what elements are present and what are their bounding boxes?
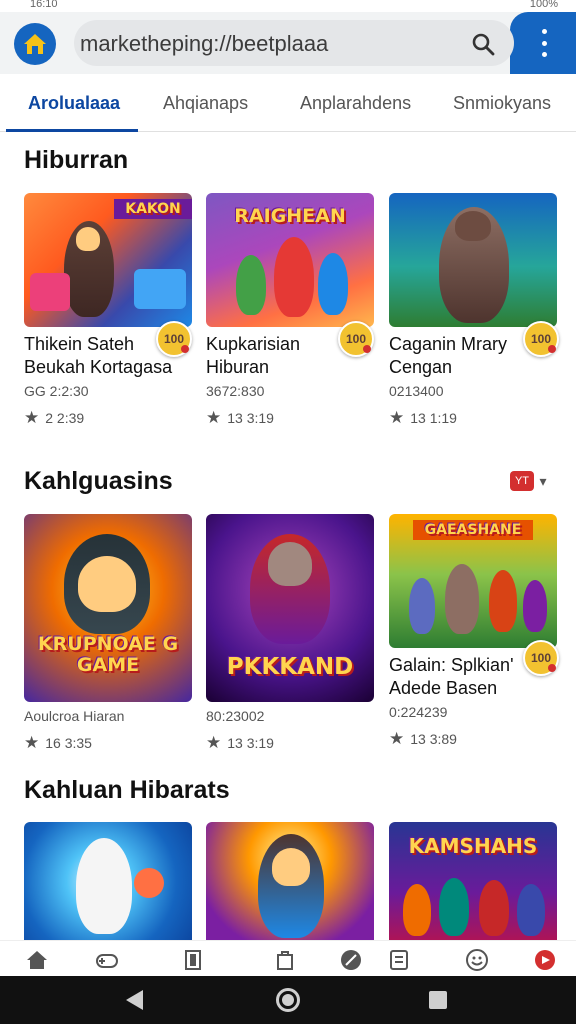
- card-rating: 13 1:19: [410, 409, 457, 426]
- card-rating: 13 3:89: [410, 730, 457, 747]
- price-badge: 100: [338, 321, 374, 357]
- browser-toolbar: marketheping://beetplaaa: [0, 12, 576, 74]
- section-title: Kahlguasins: [24, 467, 173, 495]
- star-icon: ★: [24, 408, 40, 427]
- youtube-icon[interactable]: [532, 947, 558, 973]
- kebab-menu-icon[interactable]: [534, 29, 554, 57]
- card-developer: GG 2:2:30: [24, 383, 89, 399]
- star-icon: ★: [389, 729, 405, 748]
- url-text[interactable]: marketheping://beetplaaa: [80, 31, 328, 57]
- game-card[interactable]: [24, 822, 192, 940]
- game-card[interactable]: GAEASHANE 100 Galain: Splkian' Adede Bas…: [389, 514, 559, 747]
- list-icon[interactable]: [386, 947, 412, 973]
- tab-indicator: [6, 129, 138, 132]
- book-icon[interactable]: [180, 947, 206, 973]
- card-meta: ★ 13 3:19: [206, 734, 374, 751]
- game-thumbnail[interactable]: [206, 822, 374, 940]
- card-rating: 13 3:19: [227, 409, 274, 426]
- game-thumbnail[interactable]: [24, 822, 192, 940]
- card-developer: 0:224239: [389, 704, 448, 720]
- system-navigation-bar: [0, 976, 576, 1024]
- tab-2[interactable]: Ahqianaps: [163, 93, 248, 114]
- tab-4[interactable]: Snmiokyans: [453, 93, 551, 114]
- chevron-down-icon[interactable]: ▾: [534, 471, 552, 491]
- card-meta: ★ 13 1:19: [389, 409, 557, 426]
- card-developer: Aoulcroa Hiaran: [24, 708, 125, 724]
- gamepad-icon[interactable]: [94, 947, 120, 973]
- bag-icon[interactable]: [272, 947, 298, 973]
- profile-icon[interactable]: [464, 947, 490, 973]
- back-icon[interactable]: [126, 990, 143, 1010]
- card-developer: 80:23002: [206, 708, 265, 724]
- card-developer: 0213400: [389, 383, 444, 399]
- house-icon[interactable]: [14, 23, 56, 65]
- card-rating: 2 2:39: [45, 409, 85, 426]
- youtube-icon[interactable]: YT ▾: [510, 470, 554, 492]
- status-time: 16:10: [30, 0, 58, 10]
- section-title: Hiburran: [24, 146, 129, 174]
- recents-icon[interactable]: [429, 991, 447, 1009]
- price-badge: 100: [156, 321, 192, 357]
- status-bar: 16:10 100%: [0, 0, 576, 12]
- card-meta: ★ 13 3:89: [389, 730, 557, 747]
- section-title: Kahluan Hibarats: [24, 776, 230, 804]
- card-title-line2: Beukah Kortagasa: [24, 357, 173, 377]
- bottom-navigation: [0, 940, 576, 976]
- compass-icon[interactable]: [338, 947, 364, 973]
- game-thumbnail[interactable]: GAEASHANE: [389, 514, 557, 648]
- card-meta: ★ 2 2:39: [24, 409, 192, 426]
- game-card[interactable]: PKKKAND 80:23002 ★ 13 3:19: [206, 514, 374, 751]
- game-card[interactable]: KAKON 100 Thikein Sateh Beukah Kortagasa…: [24, 193, 192, 426]
- tab-3[interactable]: Anplarahdens: [300, 93, 411, 114]
- card-rating: 16 3:35: [45, 734, 92, 751]
- star-icon: ★: [206, 408, 222, 427]
- game-thumbnail[interactable]: KRUPNOAE G GAME: [24, 514, 192, 702]
- price-badge: 100: [523, 640, 559, 676]
- category-tabs: Arolualaaa Ahqianaps Anplarahdens Snmiok…: [0, 74, 576, 132]
- home-icon[interactable]: [24, 947, 50, 973]
- game-thumbnail[interactable]: PKKKAND: [206, 514, 374, 702]
- game-card[interactable]: KRUPNOAE G GAME Aoulcroa Hiaran ★ 16 3:3…: [24, 514, 192, 751]
- game-thumbnail[interactable]: RAIGHEAN: [206, 193, 374, 327]
- tab-1[interactable]: Arolualaaa: [28, 93, 120, 114]
- status-battery: 100%: [529, 0, 558, 10]
- play-badge: YT: [510, 471, 534, 491]
- card-title-line2: Hiburan: [206, 357, 270, 377]
- star-icon: ★: [24, 733, 40, 752]
- home-circle-icon[interactable]: [276, 988, 300, 1012]
- card-title-line2: Cengan: [389, 357, 453, 377]
- star-icon: ★: [206, 733, 222, 752]
- card-rating: 13 3:19: [227, 734, 274, 751]
- game-card[interactable]: [206, 822, 374, 940]
- game-card[interactable]: RAIGHEAN 100 Kupkarisian Hiburan 3672:83…: [206, 193, 374, 426]
- card-meta: ★ 16 3:35: [24, 734, 192, 751]
- card-title-line2: Adede Basen: [389, 678, 498, 698]
- game-thumbnail[interactable]: KAKON: [24, 193, 192, 327]
- game-card[interactable]: 100 Caganin Mrary Cengan 0213400 ★ 13 1:…: [389, 193, 559, 426]
- card-developer: 3672:830: [206, 383, 265, 399]
- card-meta: ★ 13 3:19: [206, 409, 374, 426]
- price-badge: 100: [523, 321, 559, 357]
- star-icon: ★: [389, 408, 405, 427]
- game-card[interactable]: KAMSHAHS: [389, 822, 557, 940]
- address-bar[interactable]: marketheping://beetplaaa: [74, 20, 514, 66]
- magnifier-icon[interactable]: [470, 31, 496, 57]
- game-thumbnail[interactable]: KAMSHAHS: [389, 822, 557, 940]
- game-thumbnail[interactable]: [389, 193, 557, 327]
